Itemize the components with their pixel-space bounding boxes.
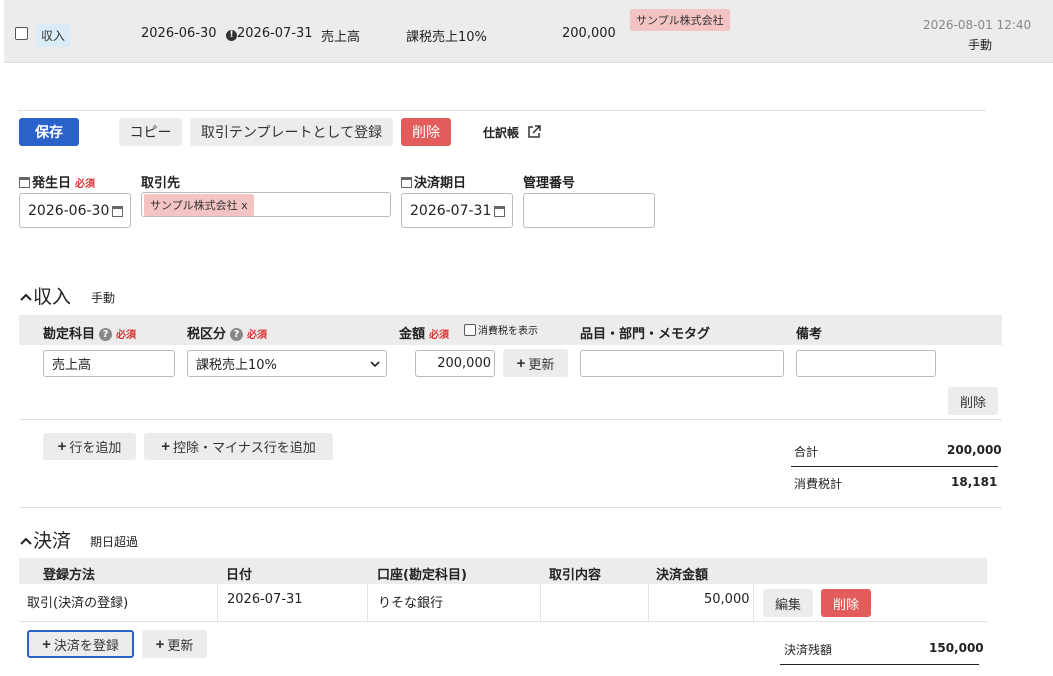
total-value: 200,000 xyxy=(947,443,1002,457)
journal-link-label: 仕訳帳 xyxy=(483,126,520,140)
save-button[interactable]: 保存 xyxy=(19,118,79,146)
balance-label: 決済残額 xyxy=(784,643,833,657)
note-input[interactable] xyxy=(796,350,936,377)
update-settlement-button[interactable]: + 更新 xyxy=(142,630,207,658)
transaction-summary-row[interactable]: 収入 2026-06-30 ! 2026-07-31 売上高 課税売上10% 20… xyxy=(4,0,1053,63)
issue-date-label: 発生日 必須 xyxy=(19,172,95,191)
delete-row-button[interactable]: 削除 xyxy=(948,387,998,415)
help-icon[interactable]: ? xyxy=(230,328,244,341)
chip-remove-icon[interactable]: x xyxy=(241,199,248,212)
due-date-label: 決済期日 xyxy=(401,172,466,191)
alert-icon: ! xyxy=(226,30,237,41)
settlement-table-header xyxy=(19,558,987,584)
balance-value: 150,000 xyxy=(929,641,984,655)
settlement-method: 取引(決済の登録) xyxy=(27,596,129,611)
divider xyxy=(19,419,1002,420)
plus-icon: + xyxy=(42,635,51,653)
add-deduction-row-button[interactable]: + 控除・マイナス行を追加 xyxy=(144,433,333,460)
due-date-cell: ! 2026-07-31 xyxy=(226,26,313,41)
partner-tag: サンプル株式会社 xyxy=(630,9,730,31)
chevron-up-icon[interactable] xyxy=(19,292,33,302)
update-amount-button[interactable]: + 更新 xyxy=(503,349,568,377)
chevron-up-icon[interactable] xyxy=(19,536,33,546)
divider xyxy=(19,507,1002,508)
show-tax-toggle[interactable]: 消費税を表示 xyxy=(464,322,538,337)
issue-date: 2026-06-30 xyxy=(141,26,217,41)
tax-total-label: 消費税計 xyxy=(794,477,843,491)
due-date-input[interactable]: 2026-07-31 xyxy=(401,193,513,228)
delete-button[interactable]: 削除 xyxy=(401,118,451,146)
balance-underline xyxy=(780,664,979,665)
journal-link[interactable]: 仕訳帳 xyxy=(483,124,541,141)
add-row-button[interactable]: + 行を追加 xyxy=(43,433,136,460)
edit-settlement-button[interactable]: 編集 xyxy=(763,589,813,617)
calendar-icon xyxy=(401,177,412,188)
timestamp: 2026-08-01 12:40 xyxy=(923,18,1032,32)
item-tag-input[interactable] xyxy=(580,350,784,377)
calendar-icon xyxy=(19,177,30,188)
partner-chip: サンプル株式会社 x xyxy=(144,193,254,216)
income-mode: 手動 xyxy=(91,291,116,305)
external-link-icon xyxy=(528,125,541,138)
tax-total-value: 18,181 xyxy=(951,475,998,489)
mgmt-number-label: 管理番号 xyxy=(523,176,576,191)
header-amount: 金額 必須 xyxy=(399,327,450,342)
header-content: 取引内容 xyxy=(549,568,602,583)
header-wallet: 口座(勘定科目) xyxy=(377,568,467,583)
header-settlement-amount: 決済金額 xyxy=(656,568,709,583)
income-section-title[interactable]: 収入 xyxy=(19,282,71,309)
header-date: 日付 xyxy=(226,568,253,583)
plus-icon: + xyxy=(155,635,165,653)
chevron-down-icon xyxy=(370,361,380,368)
settlement-date: 2026-07-31 xyxy=(227,592,303,607)
delete-settlement-button[interactable]: 削除 xyxy=(821,589,871,617)
register-template-button[interactable]: 取引テンプレートとして登録 xyxy=(190,118,393,146)
settlement-wallet: りそな銀行 xyxy=(378,596,444,611)
register-settlement-button[interactable]: + 決済を登録 xyxy=(27,630,134,658)
settlement-status: 期日超過 xyxy=(90,535,139,549)
settlement-section-title[interactable]: 決済 xyxy=(19,526,71,553)
total-label: 合計 xyxy=(794,445,819,459)
header-account: 勘定科目? 必須 xyxy=(43,327,137,342)
tax-select[interactable]: 課税売上10% xyxy=(187,350,387,377)
header-note: 備考 xyxy=(796,327,823,342)
plus-icon: + xyxy=(57,438,67,455)
header-item: 品目・部門・メモタグ xyxy=(580,327,711,342)
type-tag: 収入 xyxy=(36,24,71,47)
tax-category: 課税売上10% xyxy=(406,30,487,45)
partner-label: 取引先 xyxy=(141,176,181,191)
divider xyxy=(18,110,986,111)
header-method: 登録方法 xyxy=(43,568,96,583)
total-underline xyxy=(791,466,998,467)
due-date: 2026-07-31 xyxy=(237,26,313,41)
amount-input[interactable]: 200,000 xyxy=(415,350,495,377)
plus-icon: + xyxy=(516,354,526,372)
copy-button[interactable]: コピー xyxy=(119,118,182,146)
amount: 200,000 xyxy=(562,26,616,41)
mgmt-number-input[interactable] xyxy=(523,193,655,228)
mode-label: 手動 xyxy=(968,38,993,52)
plus-icon: + xyxy=(161,438,170,455)
settlement-amount: 50,000 xyxy=(704,592,750,607)
calendar-icon[interactable] xyxy=(112,206,123,217)
help-icon[interactable]: ? xyxy=(99,328,113,341)
account-name: 売上高 xyxy=(321,30,361,45)
show-tax-checkbox[interactable] xyxy=(464,324,476,336)
account-input[interactable]: 売上高 xyxy=(43,350,175,377)
issue-date-input[interactable]: 2026-06-30 xyxy=(19,193,131,228)
header-tax: 税区分? 必須 xyxy=(187,327,268,342)
calendar-icon[interactable] xyxy=(494,206,505,217)
partner-input[interactable]: サンプル株式会社 x xyxy=(141,192,391,217)
row-checkbox[interactable] xyxy=(15,27,28,40)
